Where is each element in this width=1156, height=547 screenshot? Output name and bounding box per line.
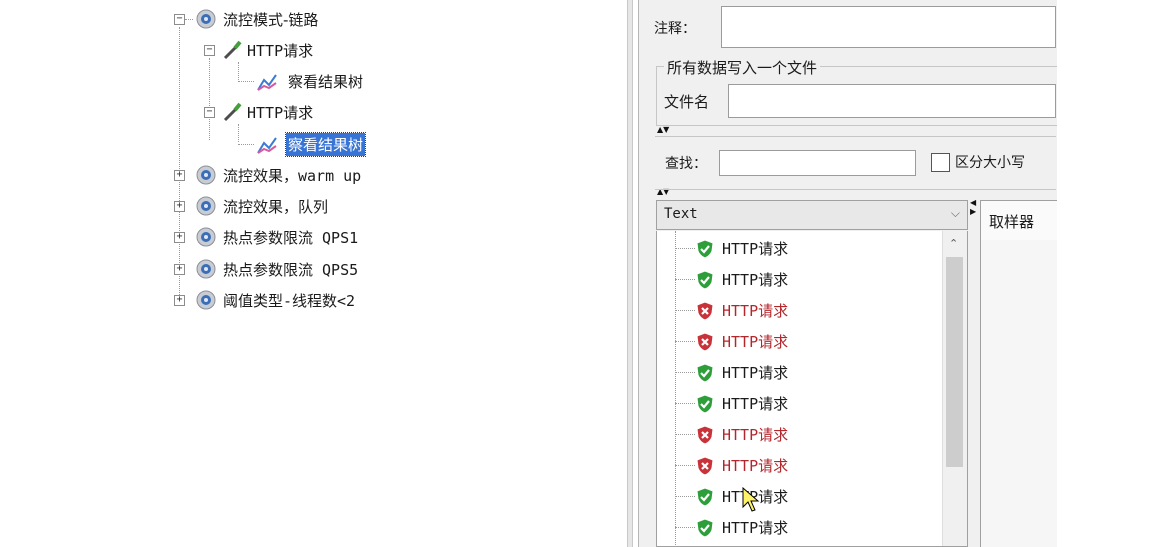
expand-icon[interactable]: + <box>174 169 185 181</box>
result-row[interactable]: HTTP请求 <box>657 357 788 388</box>
error-shield-icon <box>695 424 715 445</box>
tree-item-listener[interactable]: 察看结果树 <box>238 68 363 94</box>
tree-item-thread-group[interactable]: + 阈值类型-线程数<2 <box>174 287 355 313</box>
filename-label: 文件名 <box>664 93 710 111</box>
expand-icon[interactable]: + <box>174 231 185 243</box>
tree-item-label: HTTP请求 <box>247 41 314 60</box>
tab-sampler-result[interactable]: 取样器 <box>980 200 1057 241</box>
expand-icon[interactable]: + <box>174 294 185 306</box>
gear-icon <box>195 226 217 248</box>
tree-item-thread-group[interactable]: + 热点参数限流 QPS1 <box>174 224 358 250</box>
split-divider[interactable] <box>627 0 633 547</box>
search-input[interactable] <box>719 150 916 176</box>
chart-icon <box>256 70 278 92</box>
results-list: HTTP请求 HTTP请求 HTTP请求 HTTP请求 HTTP请求 HTTP请求 HTTP… <box>656 231 968 547</box>
result-row-label: HTTP请求 <box>722 364 789 382</box>
horizontal-split-arrow-icon[interactable]: ◀ ▶ <box>970 198 976 216</box>
tree-item-label: 热点参数限流 QPS1 <box>223 228 359 247</box>
tab-label: 取样器 <box>989 213 1035 231</box>
success-shield-icon <box>695 393 715 414</box>
result-row-label: HTTP请求 <box>722 457 789 475</box>
tree-item-thread-group[interactable]: − 流控模式-链路 <box>174 6 318 32</box>
result-row[interactable]: HTTP请求 <box>657 512 788 543</box>
expand-icon[interactable]: + <box>174 263 185 275</box>
result-row[interactable]: HTTP请求 <box>657 326 788 357</box>
result-row-label: HTTP请求 <box>722 271 789 289</box>
tree-item-thread-group[interactable]: + 流控效果，warm up <box>174 162 361 188</box>
result-row[interactable]: HTTP请求 <box>657 295 788 326</box>
search-label: 查找： <box>665 156 707 172</box>
error-shield-icon <box>695 331 715 352</box>
tree-item-sampler[interactable]: − HTTP请求 <box>204 99 313 125</box>
tree-item-label: 热点参数限流 QPS5 <box>223 260 359 279</box>
comment-input[interactable] <box>721 6 1056 48</box>
chart-icon <box>256 133 278 155</box>
result-row[interactable]: HTTP请求 <box>657 481 788 512</box>
result-row[interactable]: HTTP请求 <box>657 450 788 481</box>
tree-item-listener[interactable]: 察看结果树 <box>238 131 367 157</box>
success-shield-icon <box>695 362 715 383</box>
pipette-icon <box>221 39 243 61</box>
tree-item-label: 流控模式-链路 <box>223 10 319 29</box>
success-shield-icon <box>695 269 715 290</box>
error-shield-icon <box>695 300 715 321</box>
success-shield-icon <box>695 238 715 259</box>
renderer-select[interactable]: Text ⌵ <box>656 200 968 230</box>
renderer-select-value: Text <box>664 206 698 222</box>
gear-icon <box>195 8 217 30</box>
comment-label: 注释： <box>654 21 696 37</box>
tree-item-thread-group[interactable]: + 流控效果，队列 <box>174 193 328 219</box>
tree-item-label: HTTP请求 <box>247 103 314 122</box>
result-row-label: HTTP请求 <box>722 426 789 444</box>
collapse-icon[interactable]: − <box>174 13 185 25</box>
mouse-cursor-icon <box>742 486 760 517</box>
file-group-title: 所有数据写入一个文件 <box>664 57 821 78</box>
tree-item-label: 阈值类型-线程数<2 <box>223 291 356 310</box>
tree-item-sampler[interactable]: − HTTP请求 <box>204 37 313 63</box>
result-row-label: HTTP请求 <box>722 333 789 351</box>
tree-item-label: 流控效果，队列 <box>223 197 329 216</box>
result-row[interactable]: HTTP请求 <box>657 388 788 419</box>
tree-item-label-selected: 察看结果树 <box>284 131 367 157</box>
tree-item-label: 流控效果，warm up <box>223 166 362 185</box>
filename-input[interactable] <box>728 84 1056 118</box>
tree-item-thread-group[interactable]: + 热点参数限流 QPS5 <box>174 256 358 282</box>
result-row-label: HTTP请求 <box>722 395 789 413</box>
result-row[interactable]: HTTP请求 <box>657 264 788 295</box>
scrollbar[interactable]: ⌃ <box>942 231 967 546</box>
result-row[interactable]: HTTP请求 <box>657 419 788 450</box>
success-shield-icon <box>695 517 715 538</box>
result-row-label: HTTP请求 <box>722 302 789 320</box>
pipette-icon <box>221 101 243 123</box>
gear-icon <box>195 164 217 186</box>
scrollbar-thumb[interactable] <box>946 257 963 467</box>
error-shield-icon <box>695 455 715 476</box>
success-shield-icon <box>695 486 715 507</box>
result-row-label: HTTP请求 <box>722 240 789 258</box>
gear-icon <box>195 289 217 311</box>
collapse-icon[interactable]: − <box>204 106 215 118</box>
scroll-up-icon[interactable]: ⌃ <box>949 237 958 250</box>
collapse-icon[interactable]: − <box>204 44 215 56</box>
result-detail-area <box>980 240 1057 547</box>
case-sensitive-label: 区分大小写 <box>955 155 1025 171</box>
gear-icon <box>195 258 217 280</box>
result-row[interactable]: HTTP请求 <box>657 233 788 264</box>
chevron-down-icon: ⌵ <box>950 206 960 220</box>
expand-icon[interactable]: + <box>174 200 185 212</box>
result-row-label: HTTP请求 <box>722 519 789 537</box>
gear-icon <box>195 195 217 217</box>
split-arrow-icon[interactable]: ▲▼ <box>657 126 669 134</box>
case-sensitive-checkbox[interactable] <box>931 153 950 172</box>
test-plan-tree: − 流控模式-链路 − HTTP请求 察看结果树 − HTTP请求 察看结果树 … <box>160 0 460 330</box>
tree-item-label: 察看结果树 <box>288 72 364 91</box>
